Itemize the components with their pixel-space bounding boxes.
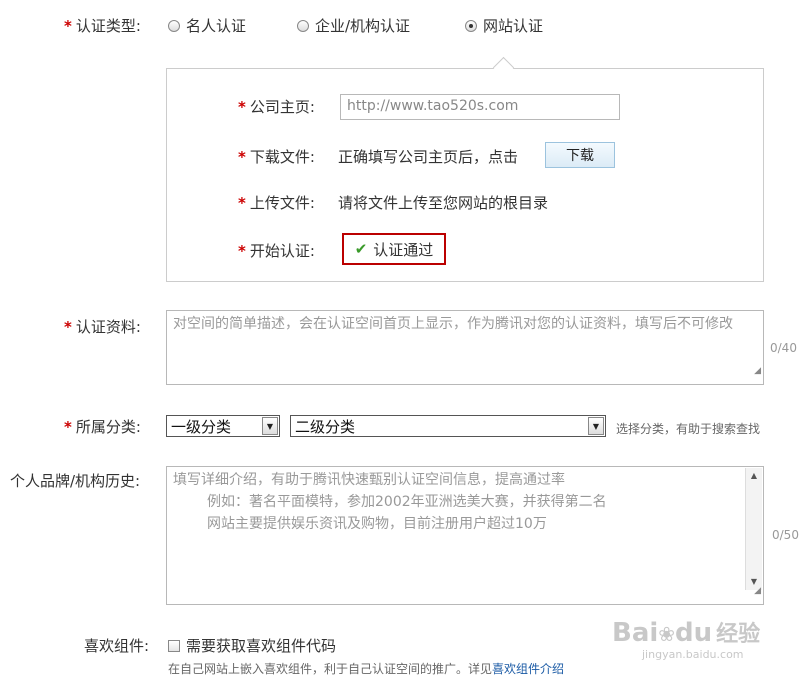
required-mark: * xyxy=(238,98,246,116)
widget-description: 在自己网站上嵌入喜欢组件，利于自己认证空间的推广。详见喜欢组件介绍 xyxy=(168,662,565,676)
required-mark: * xyxy=(64,17,72,35)
download-instruction: 正确填写公司主页后，点击 xyxy=(338,148,519,166)
download-label: * 下载文件: xyxy=(238,148,315,166)
verify-status-box: ✔ 认证通过 xyxy=(342,233,446,265)
required-mark: * xyxy=(238,148,246,166)
auth-type-label: * 认证类型: xyxy=(64,17,141,35)
widget-checkbox[interactable] xyxy=(168,639,180,652)
history-placeholder-line: 填写详细介绍，有助于腾讯快速甄别认证空间信息，提高通过率 xyxy=(173,472,565,488)
homepage-input[interactable]: http://www.tao520s.com xyxy=(340,94,620,120)
upload-label: * 上传文件: xyxy=(238,194,315,212)
check-icon: ✔ xyxy=(354,240,368,258)
required-mark: * xyxy=(64,318,72,336)
history-placeholder-line: 例如：著名平面模特，参加2002年亚洲选美大赛，并获得第二名 xyxy=(207,494,607,510)
download-button[interactable]: 下载 xyxy=(545,142,615,168)
chevron-down-icon[interactable]: ▼ xyxy=(262,417,278,435)
homepage-label: * 公司主页: xyxy=(238,98,315,116)
radio-enterprise[interactable]: 企业/机构认证 xyxy=(297,15,410,36)
radio-website[interactable]: 网站认证 xyxy=(465,15,543,36)
radio-button[interactable] xyxy=(168,19,180,32)
history-placeholder-line: 网站主要提供娱乐资讯及购物，目前注册用户超过10万 xyxy=(207,516,547,532)
resize-handle-icon[interactable]: ◢ xyxy=(754,580,761,602)
radio-celebrity[interactable]: 名人认证 xyxy=(168,15,246,36)
category-label: * 所属分类: xyxy=(64,418,141,436)
vertical-scrollbar[interactable]: ▲ ▼ xyxy=(745,468,762,590)
chevron-down-icon[interactable]: ▼ xyxy=(588,417,604,435)
resize-handle-icon[interactable]: ◢ xyxy=(754,360,761,382)
required-mark: * xyxy=(238,242,246,260)
baidu-watermark: Bai❀du 经验 jingyan.baidu.com xyxy=(612,618,761,661)
upload-instruction: 请将文件上传至您网站的根目录 xyxy=(338,194,549,212)
category-level1-select[interactable]: 一级分类 ▼ xyxy=(166,415,280,437)
start-label: * 开始认证: xyxy=(238,242,315,260)
widget-label: 喜欢组件: xyxy=(84,637,150,655)
paw-icon: ❀ xyxy=(658,622,676,646)
history-label: 个人品牌/机构历史: xyxy=(10,472,141,490)
scroll-up-icon[interactable]: ▲ xyxy=(746,468,762,484)
required-mark: * xyxy=(238,194,246,212)
required-mark: * xyxy=(64,418,72,436)
history-textarea[interactable]: 填写详细介绍，有助于腾讯快速甄别认证空间信息，提高通过率 例如：著名平面模特，参… xyxy=(166,466,764,605)
category-hint: 选择分类，有助于搜索查找 xyxy=(616,422,761,436)
widget-intro-link[interactable]: 喜欢组件介绍 xyxy=(492,662,564,676)
auth-material-counter: 0/40 xyxy=(770,341,797,355)
radio-button[interactable] xyxy=(297,19,309,32)
auth-material-textarea[interactable]: 对空间的简单描述，会在认证空间首页上显示，作为腾讯对您的认证资料，填写后不可修改… xyxy=(166,310,764,385)
auth-material-label: * 认证资料: xyxy=(64,318,141,336)
category-level2-select[interactable]: 二级分类 ▼ xyxy=(290,415,606,437)
history-counter: 0/50 xyxy=(772,528,799,542)
radio-button-selected[interactable] xyxy=(465,19,477,32)
widget-checkbox-row[interactable]: 需要获取喜欢组件代码 xyxy=(168,635,336,656)
